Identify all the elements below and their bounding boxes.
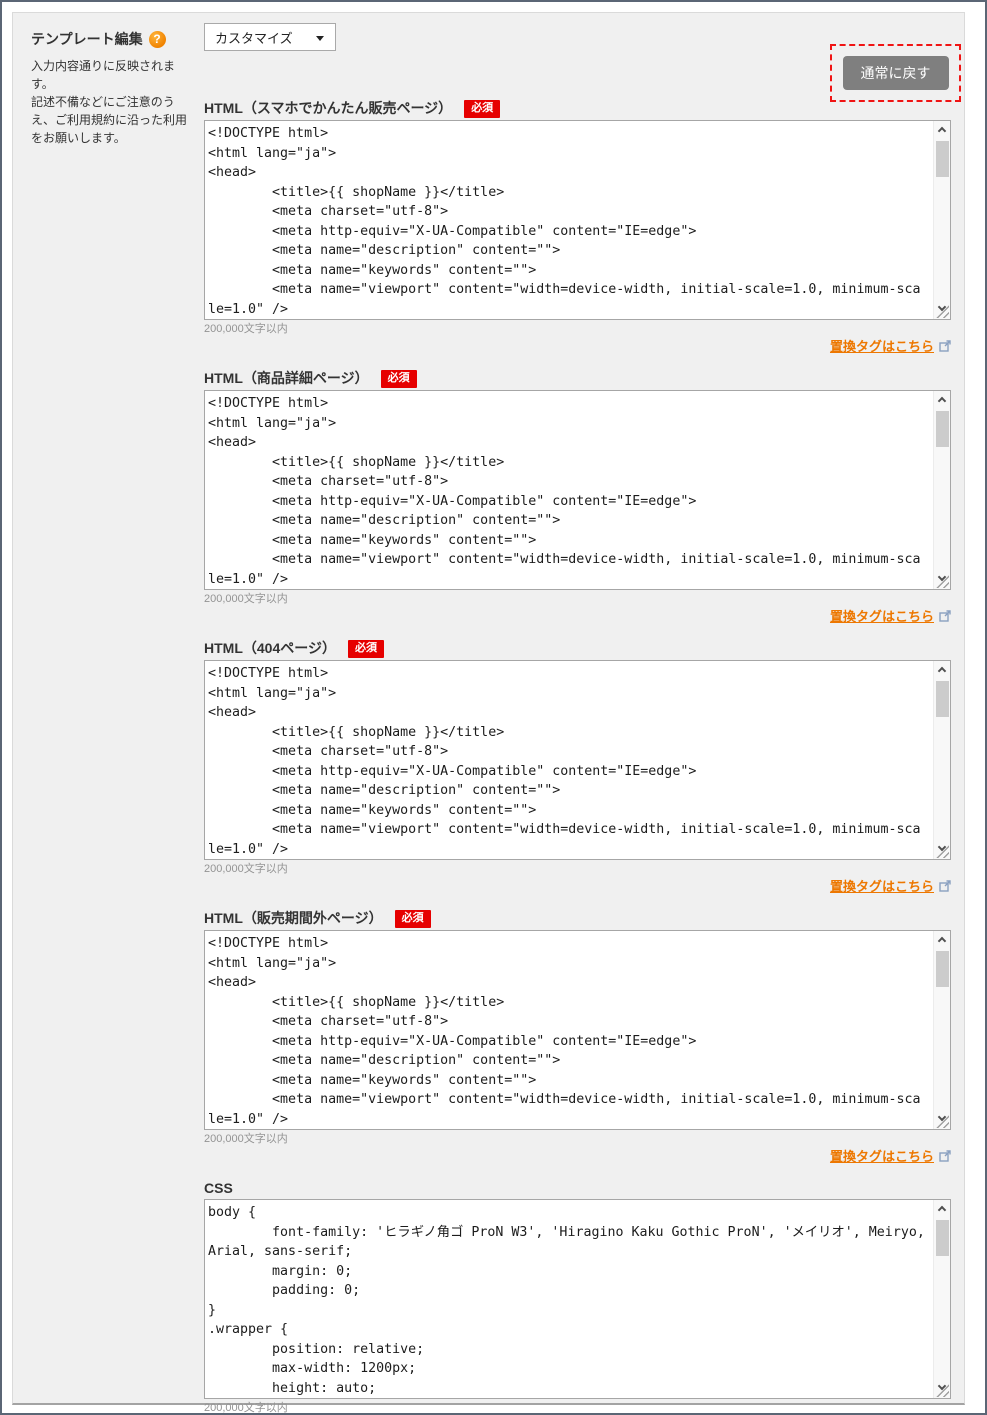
css-textarea[interactable]: body { font-family: 'ヒラギノ角ゴ ProN W3', 'H… — [204, 1199, 951, 1399]
scrollbar-thumb[interactable] — [936, 1220, 949, 1256]
chevron-up-icon — [938, 1206, 946, 1214]
scrollbar-thumb[interactable] — [936, 951, 949, 987]
page-title: テンプレート編集 — [31, 29, 143, 49]
replace-tag-link-row: 置換タグはこちら — [204, 878, 951, 895]
external-link-icon[interactable] — [939, 1149, 951, 1166]
required-badge: 必須 — [381, 370, 417, 388]
section-title-text: HTML（商品詳細ページ） — [204, 370, 369, 386]
section-title: HTML（販売期間外ページ） 必須 — [204, 910, 951, 928]
scrollbar[interactable] — [933, 1200, 950, 1398]
code-editor-wrap: <!DOCTYPE html> <html lang="ja"> <head> … — [204, 660, 951, 860]
section-html-out-of-sale: HTML（販売期間外ページ） 必須 <!DOCTYPE html> <html l… — [204, 910, 951, 1165]
section-html-item-detail: HTML（商品詳細ページ） 必須 <!DOCTYPE html> <html la… — [204, 370, 951, 625]
section-title-text: CSS — [204, 1180, 233, 1196]
section-title-text: HTML（スマホでかんたん販売ページ） — [204, 100, 452, 116]
code-editor-wrap: body { font-family: 'ヒラギノ角ゴ ProN W3', 'H… — [204, 1199, 951, 1399]
template-edit-screen: テンプレート編集 ? 入力内容通りに反映されます。 記述不備などにご注意のうえ、… — [0, 0, 987, 1415]
scrollbar-thumb[interactable] — [936, 141, 949, 177]
section-title-text: HTML（404ページ） — [204, 640, 336, 656]
chevron-up-icon — [938, 127, 946, 135]
replace-tag-link-row: 置換タグはこちら — [204, 1148, 951, 1165]
sidebar: テンプレート編集 ? 入力内容通りに反映されます。 記述不備などにご注意のうえ、… — [31, 29, 201, 147]
chevron-up-icon — [938, 667, 946, 675]
scrollbar-thumb[interactable] — [936, 411, 949, 447]
required-badge: 必須 — [395, 910, 431, 928]
scroll-up-icon[interactable] — [934, 932, 951, 949]
scroll-up-icon[interactable] — [934, 122, 951, 139]
section-title: HTML（商品詳細ページ） 必須 — [204, 370, 951, 388]
sidebar-description: 入力内容通りに反映されます。 記述不備などにご注意のうえ、ご利用規約に沿った利用… — [31, 57, 197, 147]
html-item-detail-textarea[interactable]: <!DOCTYPE html> <html lang="ja"> <head> … — [204, 390, 951, 590]
code-editor-wrap: <!DOCTYPE html> <html lang="ja"> <head> … — [204, 390, 951, 590]
chevron-down-icon — [316, 36, 324, 41]
template-type-select-value: カスタマイズ — [215, 28, 293, 47]
chevron-up-icon — [938, 397, 946, 405]
html-smartphone-textarea[interactable]: <!DOCTYPE html> <html lang="ja"> <head> … — [204, 120, 951, 320]
scrollbar[interactable] — [933, 931, 950, 1129]
scroll-up-icon[interactable] — [934, 1201, 951, 1218]
replace-tag-link[interactable]: 置換タグはこちら — [830, 339, 934, 354]
section-html-404: HTML（404ページ） 必須 <!DOCTYPE html> <html lan… — [204, 640, 951, 895]
char-limit-label: 200,000文字以内 — [204, 1402, 951, 1415]
template-edit-panel: テンプレート編集 ? 入力内容通りに反映されます。 記述不備などにご注意のうえ、… — [12, 12, 965, 1405]
section-title: HTML（404ページ） 必須 — [204, 640, 951, 658]
sidebar-title-row: テンプレート編集 ? — [31, 29, 201, 49]
chevron-up-icon — [938, 937, 946, 945]
scrollbar[interactable] — [933, 661, 950, 859]
external-link-icon[interactable] — [939, 879, 951, 896]
section-title: HTML（スマホでかんたん販売ページ） 必須 — [204, 100, 951, 118]
code-editor-wrap: <!DOCTYPE html> <html lang="ja"> <head> … — [204, 930, 951, 1130]
char-limit-label: 200,000文字以内 — [204, 863, 951, 876]
code-editor-wrap: <!DOCTYPE html> <html lang="ja"> <head> … — [204, 120, 951, 320]
section-title-text: HTML（販売期間外ページ） — [204, 910, 383, 926]
char-limit-label: 200,000文字以内 — [204, 593, 951, 606]
required-badge: 必須 — [464, 100, 500, 118]
char-limit-label: 200,000文字以内 — [204, 323, 951, 336]
section-css: CSS body { font-family: 'ヒラギノ角ゴ ProN W3'… — [204, 1180, 951, 1415]
external-link-icon[interactable] — [939, 339, 951, 356]
scrollbar[interactable] — [933, 391, 950, 589]
scrollbar-thumb[interactable] — [936, 681, 949, 717]
replace-tag-link-row: 置換タグはこちら — [204, 338, 951, 355]
scroll-up-icon[interactable] — [934, 392, 951, 409]
char-limit-label: 200,000文字以内 — [204, 1133, 951, 1146]
external-link-icon[interactable] — [939, 609, 951, 626]
section-title: CSS — [204, 1180, 951, 1197]
help-question-icon[interactable]: ? — [149, 31, 166, 48]
scroll-up-icon[interactable] — [934, 662, 951, 679]
replace-tag-link-row: 置換タグはこちら — [204, 608, 951, 625]
main-column: カスタマイズ HTML（スマホでかんたん販売ページ） 必須 <!DOCTYPE h… — [204, 13, 951, 1415]
template-type-select[interactable]: カスタマイズ — [204, 23, 336, 51]
html-out-of-sale-textarea[interactable]: <!DOCTYPE html> <html lang="ja"> <head> … — [204, 930, 951, 1130]
required-badge: 必須 — [348, 640, 384, 658]
section-html-smartphone: HTML（スマホでかんたん販売ページ） 必須 <!DOCTYPE html> <h… — [204, 100, 951, 355]
replace-tag-link[interactable]: 置換タグはこちら — [830, 609, 934, 624]
scrollbar[interactable] — [933, 121, 950, 319]
html-404-textarea[interactable]: <!DOCTYPE html> <html lang="ja"> <head> … — [204, 660, 951, 860]
replace-tag-link[interactable]: 置換タグはこちら — [830, 879, 934, 894]
replace-tag-link[interactable]: 置換タグはこちら — [830, 1149, 934, 1164]
